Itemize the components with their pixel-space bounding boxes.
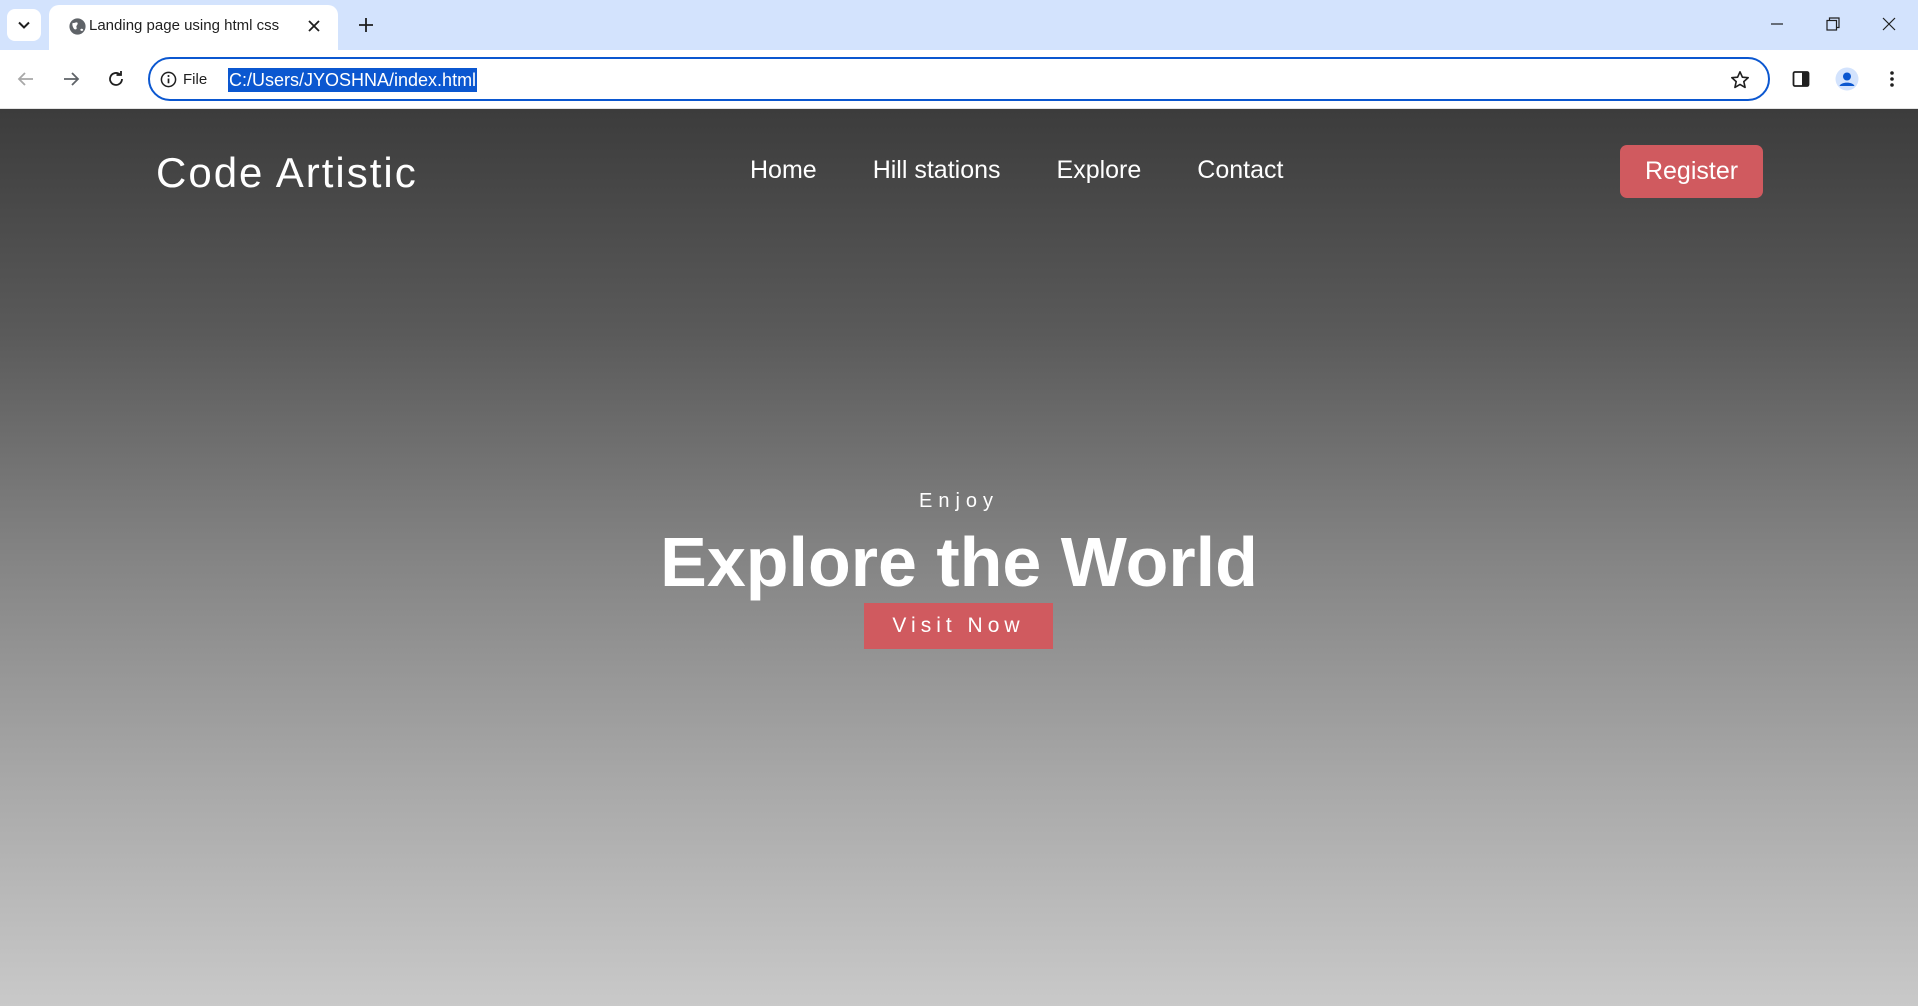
scheme-label: File	[183, 70, 208, 88]
hero-eyebrow: Enjoy	[918, 490, 1000, 512]
browser-toolbar: File C:/Users/JYOSHNA/index.html	[0, 50, 1918, 109]
hero-title: Explore the World	[660, 523, 1258, 601]
browser-tabstrip: Landing page using html css	[0, 0, 1918, 50]
minimize-button[interactable]	[1749, 0, 1805, 48]
plus-icon	[359, 18, 373, 32]
tab-title: Landing page using html css	[89, 17, 280, 34]
nav-link-contact[interactable]: Contact	[1197, 156, 1283, 185]
site-info-chip[interactable]: File	[160, 67, 207, 91]
restore-icon	[1826, 17, 1840, 31]
url-text[interactable]: C:/Users/JYOSHNA/index.html	[228, 68, 478, 92]
star-icon	[1731, 71, 1749, 89]
close-icon	[308, 20, 320, 32]
close-icon	[1882, 17, 1896, 31]
site-logo[interactable]: Code Artistic	[156, 149, 418, 197]
tab-close-button[interactable]	[303, 15, 325, 37]
reload-button[interactable]	[101, 64, 131, 94]
bookmark-button[interactable]	[1728, 68, 1752, 92]
new-tab-button[interactable]	[352, 11, 380, 39]
visit-now-button[interactable]: Visit Now	[864, 603, 1053, 649]
avatar-icon	[1835, 67, 1859, 91]
menu-button[interactable]	[1877, 64, 1907, 94]
more-vert-icon	[1890, 71, 1894, 87]
minimize-icon	[1771, 23, 1783, 25]
page-viewport: Code Artistic Home Hill stations Explore…	[0, 109, 1918, 1006]
restore-button[interactable]	[1805, 0, 1861, 48]
side-panel-icon	[1792, 71, 1810, 87]
arrow-right-icon	[64, 72, 80, 86]
nav-link-home[interactable]: Home	[750, 156, 817, 185]
chevron-down-icon	[18, 21, 30, 29]
info-icon	[160, 71, 177, 87]
register-button[interactable]: Register	[1620, 145, 1763, 198]
forward-button[interactable]	[56, 64, 86, 94]
site-nav: Home Hill stations Explore Contact	[750, 156, 1283, 185]
side-panel-button[interactable]	[1786, 64, 1816, 94]
nav-link-hill-stations[interactable]: Hill stations	[873, 156, 1001, 185]
profile-button[interactable]	[1832, 64, 1862, 94]
globe-icon	[69, 18, 86, 35]
address-bar[interactable]: File C:/Users/JYOSHNA/index.html	[148, 57, 1770, 101]
browser-tab-active[interactable]: Landing page using html css	[49, 5, 338, 50]
window-close-button[interactable]	[1861, 0, 1917, 48]
reload-icon	[109, 71, 123, 86]
back-button[interactable]	[11, 64, 41, 94]
arrow-left-icon	[17, 72, 33, 86]
nav-link-explore[interactable]: Explore	[1057, 156, 1142, 185]
tab-search-button[interactable]	[7, 9, 41, 41]
